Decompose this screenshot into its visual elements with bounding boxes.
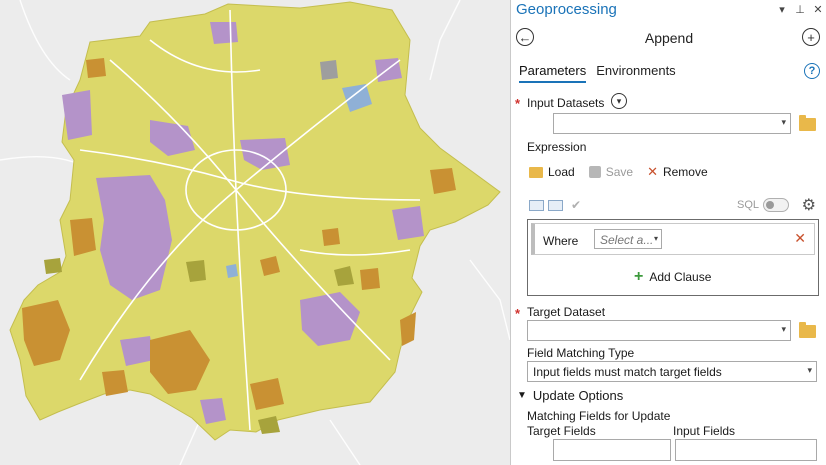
pane-title: Geoprocessing	[516, 1, 617, 18]
tab-parameters[interactable]: Parameters	[519, 63, 587, 83]
map-view[interactable]	[0, 0, 510, 465]
field-matching-select[interactable]: Input fields must match target fields ▾	[527, 361, 817, 382]
folder-icon[interactable]	[799, 322, 816, 338]
sql-label: SQL	[737, 199, 760, 211]
remove-button[interactable]: ✕ Remove	[647, 164, 708, 180]
pane-header: Geoprocessing ▾ ⊥ ✕	[511, 0, 826, 22]
verify-icon[interactable]: ✔	[571, 198, 581, 212]
chevron-down-icon[interactable]: ▾	[777, 3, 787, 16]
input-datasets-combo[interactable]: ▾	[553, 113, 791, 134]
map-canvas[interactable]	[0, 0, 510, 465]
tab-environments[interactable]: Environments	[596, 63, 675, 83]
expression-label: Expression	[527, 140, 587, 154]
required-marker: *	[515, 306, 521, 321]
geoprocessing-pane: Geoprocessing ▾ ⊥ ✕ ← Append + Parameter…	[510, 0, 826, 465]
tool-title: Append	[644, 30, 694, 46]
field-select[interactable]: Select a... ▾	[594, 229, 662, 249]
chevron-down-icon: ▾	[781, 117, 786, 127]
input-fields-input[interactable]	[675, 439, 817, 461]
target-dataset-combo[interactable]: ▾	[527, 320, 791, 341]
chevron-down-icon: ▾	[781, 324, 786, 334]
chevron-down-icon: ▾	[653, 234, 658, 243]
remove-icon: ✕	[647, 164, 658, 179]
pin-icon[interactable]: ⊥	[795, 3, 805, 16]
save-button[interactable]: Save	[588, 165, 633, 179]
load-button[interactable]: Load	[529, 165, 575, 179]
delete-clause-icon[interactable]: ✕	[794, 230, 806, 247]
update-options-header[interactable]: ▼ Update Options	[517, 388, 623, 403]
save-icon	[588, 166, 601, 178]
input-datasets-label: Input Datasets	[527, 96, 605, 110]
folder-icon[interactable]	[799, 115, 816, 131]
plus-icon: +	[634, 268, 644, 285]
target-fields-input[interactable]	[553, 439, 671, 461]
tool-tabs: Parameters Environments	[519, 63, 676, 83]
add-icon[interactable]: +	[802, 28, 820, 46]
clause-mode-icon[interactable]	[529, 199, 544, 211]
matching-fields-label: Matching Fields for Update	[527, 409, 671, 423]
help-icon[interactable]: ?	[804, 63, 820, 79]
chevron-down-icon[interactable]: ▾	[611, 93, 627, 109]
required-marker: *	[515, 96, 521, 111]
chevron-down-icon: ▾	[807, 365, 812, 375]
field-matching-label: Field Matching Type	[527, 346, 635, 360]
where-label: Where	[543, 234, 579, 248]
gear-icon[interactable]: ⚙	[802, 195, 816, 215]
target-fields-label: Target Fields	[527, 424, 596, 438]
sql-toggle[interactable]	[763, 198, 789, 212]
input-fields-label: Input Fields	[673, 424, 736, 438]
add-clause-button[interactable]: + Add Clause	[634, 269, 711, 285]
folder-icon	[529, 166, 543, 178]
close-icon[interactable]: ✕	[813, 3, 823, 16]
expression-builder: Where Select a... ▾ ✕ + Add Clause	[527, 219, 819, 296]
sql-mode-icon[interactable]	[548, 199, 563, 211]
target-dataset-label: Target Dataset	[527, 305, 606, 319]
clause-row: Where Select a... ▾ ✕	[531, 223, 815, 255]
chevron-down-icon: ▼	[517, 390, 527, 401]
